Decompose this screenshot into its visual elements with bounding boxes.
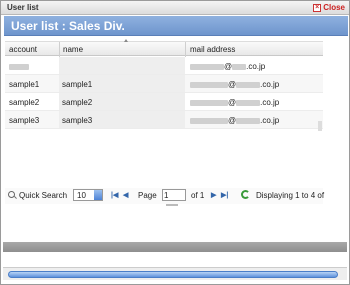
table-row[interactable]: sample1 sample1 @ .co.jp (5, 75, 323, 93)
mail-cell: @ .co.jp (190, 62, 265, 71)
account-cell: sample1 (9, 80, 40, 89)
redacted-text (190, 63, 224, 70)
mail-cell: @ .co.jp (190, 98, 279, 107)
refresh-icon[interactable] (241, 190, 250, 199)
first-page-icon[interactable]: |◀ (111, 191, 118, 199)
quick-search-button[interactable]: Quick Search (19, 191, 67, 200)
column-header-name[interactable]: name (63, 45, 83, 54)
horizontal-scroll-thumb[interactable] (8, 271, 338, 278)
user-list-window: User list × Close User list : Sales Div.… (0, 0, 350, 285)
close-icon[interactable]: × (313, 3, 322, 12)
search-icon[interactable] (8, 191, 15, 198)
account-cell: sample2 (9, 98, 40, 107)
title-bar: User list × Close (1, 1, 349, 15)
close-button[interactable]: × Close (313, 3, 345, 12)
sort-indicator-icon (124, 39, 128, 42)
grid-resize-handle[interactable] (166, 204, 178, 206)
redacted-text (9, 63, 29, 70)
page-size-value: 10 (77, 191, 86, 200)
page-total-label: of 1 (191, 191, 205, 200)
redacted-text (236, 81, 261, 88)
select-arrow-icon[interactable] (94, 190, 102, 200)
pager-toolbar: Quick Search 10 |◀ ◀ Page 1 of 1 ▶ ▶| Di… (5, 188, 325, 204)
redacted-text (190, 81, 228, 88)
page-number-input[interactable]: 1 (162, 189, 186, 201)
next-page-icon[interactable]: ▶ (211, 191, 216, 199)
horizontal-scrollbar[interactable] (3, 267, 347, 280)
mail-cell: @ .co.jp (190, 80, 279, 89)
redacted-text (236, 99, 261, 106)
panel-title: User list : Sales Div. (11, 19, 125, 33)
page-size-select[interactable]: 10 (73, 189, 103, 201)
grid-header: account name mail address (5, 39, 323, 57)
redacted-text (190, 99, 228, 106)
redacted-text (232, 63, 247, 70)
column-divider[interactable] (59, 42, 60, 57)
vertical-scrollbar[interactable] (318, 121, 322, 131)
redacted-text (236, 117, 261, 124)
redacted-text (190, 117, 228, 124)
name-cell: sample3 (59, 111, 185, 128)
name-cell (59, 57, 185, 74)
account-cell: sample3 (9, 116, 40, 125)
name-cell: sample2 (59, 93, 185, 110)
prev-page-icon[interactable]: ◀ (123, 191, 128, 199)
table-row[interactable]: sample3 sample3 @ .co.jp (5, 111, 323, 129)
column-header-account[interactable]: account (9, 45, 37, 54)
table-row[interactable]: @ .co.jp (5, 57, 323, 75)
close-label[interactable]: Close (323, 3, 345, 12)
bottom-divider-bar (3, 242, 347, 252)
column-divider[interactable] (185, 42, 186, 57)
window-title: User list (7, 3, 39, 12)
last-page-icon[interactable]: ▶| (221, 191, 228, 199)
column-header-mail[interactable]: mail address (190, 45, 235, 54)
account-cell (9, 62, 29, 71)
user-grid: account name mail address @ .co.jp sample… (5, 39, 323, 177)
page-label: Page (138, 191, 157, 200)
mail-cell: @ .co.jp (190, 116, 279, 125)
table-row[interactable]: sample2 sample2 @ .co.jp (5, 93, 323, 111)
name-cell: sample1 (59, 75, 185, 92)
display-status: Displaying 1 to 4 of (256, 191, 325, 200)
panel-header: User list : Sales Div. (4, 16, 348, 36)
